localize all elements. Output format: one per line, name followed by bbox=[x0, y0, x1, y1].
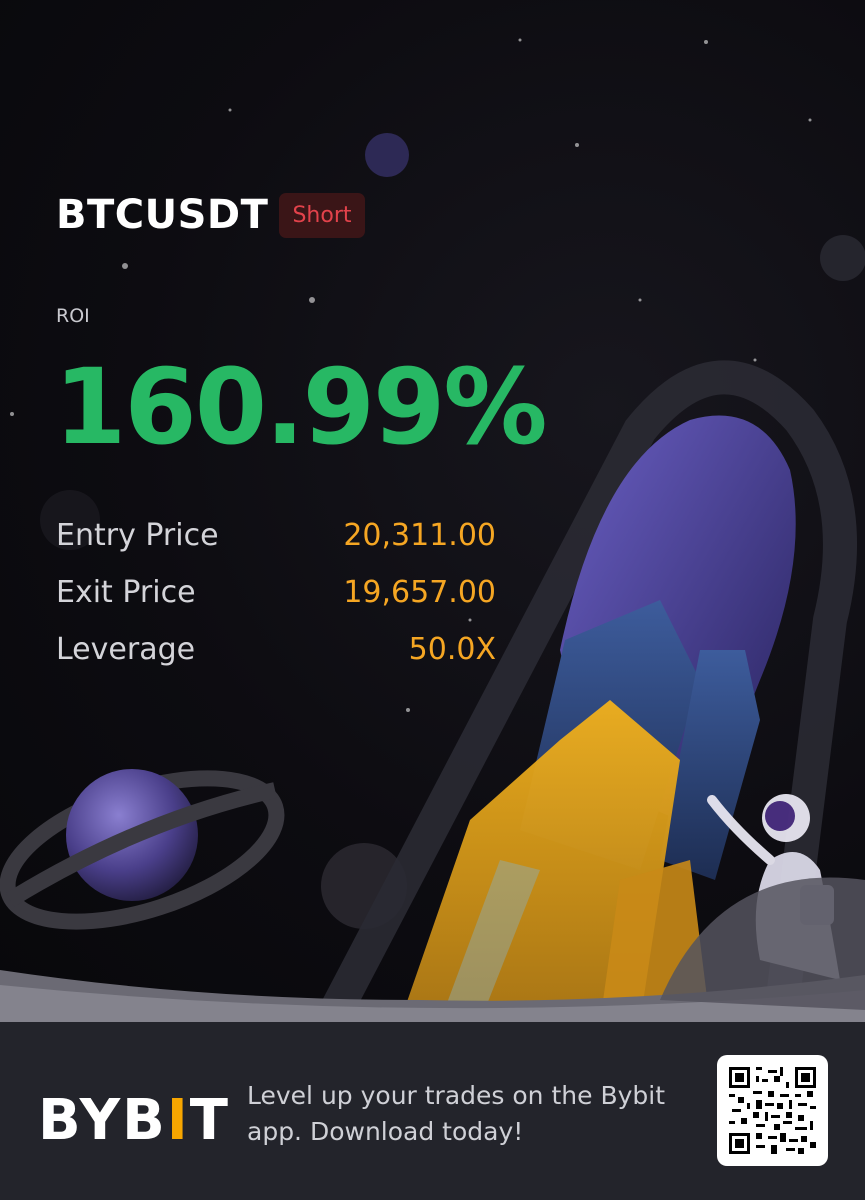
bybit-logo: BYBIT bbox=[38, 1088, 230, 1153]
stat-row-leverage: Leverage 50.0X bbox=[56, 632, 496, 672]
stat-value: 50.0X bbox=[408, 632, 496, 667]
stat-label: Entry Price bbox=[56, 518, 219, 553]
qr-code-icon bbox=[729, 1067, 816, 1154]
logo-text-bar: I bbox=[166, 1088, 190, 1153]
stat-value: 20,311.00 bbox=[343, 518, 496, 553]
promo-tagline: Level up your trades on the Bybit app. D… bbox=[247, 1081, 666, 1146]
roi-label: ROI bbox=[56, 305, 90, 327]
logo-text-suffix: T bbox=[189, 1088, 230, 1153]
qr-code[interactable] bbox=[717, 1055, 828, 1166]
roi-value: 160.99% bbox=[54, 346, 548, 468]
stat-value: 19,657.00 bbox=[343, 575, 496, 610]
stat-row-exit-price: Exit Price 19,657.00 bbox=[56, 575, 496, 615]
share-card-background: BTCUSDT Short ROI 160.99% Entry Price 20… bbox=[0, 0, 865, 1022]
rocket-astronaut-illustration bbox=[0, 38, 865, 1022]
logo-text-prefix: BYB bbox=[38, 1088, 167, 1153]
stat-row-entry-price: Entry Price 20,311.00 bbox=[56, 518, 496, 558]
trading-pair: BTCUSDT bbox=[56, 192, 269, 238]
position-side-badge: Short bbox=[279, 193, 365, 238]
stat-label: Exit Price bbox=[56, 575, 196, 610]
stat-label: Leverage bbox=[56, 632, 196, 667]
